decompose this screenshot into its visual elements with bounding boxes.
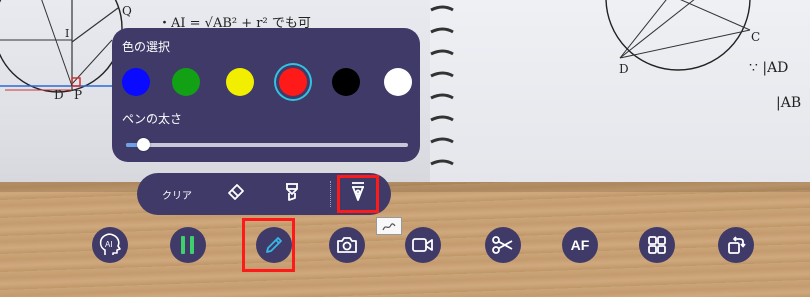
color-swatch-black[interactable] [332, 68, 360, 96]
math-label-p: P [74, 88, 83, 102]
pause-button[interactable] [170, 227, 206, 263]
notebook-spiral [430, 5, 454, 166]
math-label-c: C [751, 30, 761, 44]
color-swatch-yellow[interactable] [226, 68, 254, 96]
color-swatch-green[interactable] [172, 68, 200, 96]
rotate-button[interactable] [718, 227, 754, 263]
clear-label: クリア [162, 190, 192, 202]
eraser-button[interactable] [221, 173, 251, 215]
layout-button[interactable] [639, 227, 675, 263]
highlighter-button[interactable] [277, 173, 307, 215]
ai-label: AI [105, 240, 113, 249]
crop-button[interactable] [485, 227, 521, 263]
scissors-icon [491, 235, 515, 255]
record-button[interactable] [405, 227, 441, 263]
math-expression-right-2: |AB [776, 95, 802, 111]
ai-head-icon: AI [97, 232, 123, 258]
active-tool-highlight [337, 175, 379, 213]
clear-button[interactable]: クリア [157, 173, 197, 215]
math-expression-right-1: ∵ |AD [749, 60, 789, 76]
math-label-i: I [65, 27, 70, 40]
pen-width-slider-thumb[interactable] [136, 138, 150, 151]
capture-button[interactable] [329, 227, 365, 263]
color-swatch-white[interactable] [384, 68, 412, 96]
color-swatch-red[interactable] [279, 68, 307, 96]
math-label-d: D [54, 88, 74, 102]
active-main-button-highlight [242, 218, 295, 272]
grid-icon [647, 235, 667, 255]
color-selection-title: 色の選択 [122, 40, 171, 54]
camera-icon [336, 235, 358, 255]
af-button[interactable]: AF [562, 227, 598, 263]
video-icon [411, 236, 435, 254]
eraser-icon [226, 182, 246, 206]
pen-width-slider-track[interactable] [126, 143, 408, 147]
pen-width-title: ペンの太さ [122, 112, 183, 126]
desk-shadow [0, 182, 810, 192]
math-label-d-right: D [619, 62, 629, 76]
tooltip [376, 217, 402, 235]
highlighter-icon [282, 181, 302, 207]
color-swatch-blue[interactable] [122, 68, 150, 96]
pen-settings-panel: 色の選択 ペンの太さ [112, 28, 420, 162]
pen-tooltip-icon [382, 217, 396, 236]
ai-button[interactable]: AI [92, 227, 128, 263]
rotate-icon [725, 234, 747, 256]
geometry-drawing-right [605, 0, 751, 71]
tool-divider [330, 181, 331, 207]
pause-icon [179, 234, 197, 256]
af-label: AF [570, 237, 590, 253]
math-label-q: Q [122, 4, 132, 18]
